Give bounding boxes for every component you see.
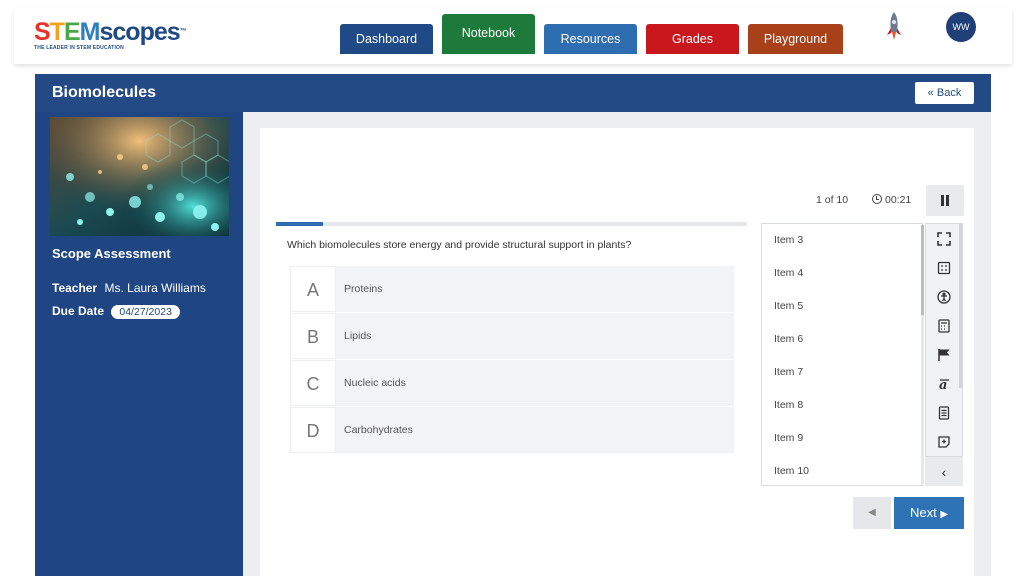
progress-bar-fill [276,222,324,226]
item-navigator: Item 3 Item 4 Item 5 Item 6 Item 7 Item … [761,223,923,486]
double-chevron-left-icon: « [927,87,934,99]
calculator-icon[interactable] [926,312,962,341]
tab-grades[interactable]: Grades [646,24,739,54]
progress-bar [276,222,747,226]
teacher-info: Teacher Ms. Laura Williams [52,281,206,295]
tab-resources[interactable]: Resources [544,24,637,54]
collapse-panel-button[interactable]: ‹ [925,456,963,486]
back-button[interactable]: « Back [915,82,974,104]
assessment-type-label: Scope Assessment [52,246,171,261]
answer-option-a[interactable]: A Proteins [290,266,734,312]
rocket-icon[interactable] [886,12,902,44]
timer: 00:21 [872,194,911,206]
accessibility-icon[interactable] [926,283,962,312]
question-counter: 1 of 10 [816,194,849,206]
page-title: Biomolecules [52,84,157,101]
assessment-sidebar: Scope Assessment Teacher Ms. Laura Willi… [35,112,243,576]
page-titlebar: Biomolecules « Back [35,74,991,112]
teacher-label: Teacher [52,281,98,295]
option-text: Lipids [344,330,372,342]
item-list-scrollbar[interactable] [921,225,924,485]
option-letter: C [290,360,336,406]
option-text: Carbohydrates [344,424,413,436]
answer-option-c[interactable]: C Nucleic acids [290,360,734,406]
answer-option-d[interactable]: D Carbohydrates [290,407,734,453]
item-8-link[interactable]: Item 8 [774,399,803,411]
item-6-link[interactable]: Item 6 [774,333,803,345]
item-4-link[interactable]: Item 4 [774,267,803,279]
item-7-link[interactable]: Item 7 [774,366,803,378]
due-date-label: Due Date [52,304,105,318]
item-5-link[interactable]: Item 5 [774,300,803,312]
notepad-icon[interactable] [926,399,962,428]
previous-button[interactable]: ◀ [853,497,891,529]
option-letter: D [290,407,336,453]
caret-right-icon: ▶ [940,509,949,520]
pause-button[interactable] [926,185,964,216]
text-to-speech-icon[interactable]: a [926,370,962,399]
item-3-link[interactable]: Item 3 [774,234,803,246]
chevron-left-icon: ‹ [941,464,947,480]
reference-sheet-icon[interactable] [926,254,962,283]
due-date-badge: 04/27/2023 [111,305,180,319]
biomolecule-image [50,117,229,236]
option-text: Proteins [344,283,383,295]
tab-playground[interactable]: Playground [748,24,843,54]
clock-icon [872,194,882,204]
next-button-label: Next [909,505,937,520]
user-avatar[interactable]: WW [946,12,976,42]
timer-value: 00:21 [885,194,912,206]
answer-option-b[interactable]: B Lipids [290,313,734,359]
option-letter: B [290,313,336,359]
tab-notebook[interactable]: Notebook [442,14,535,54]
next-button[interactable]: Next ▶ [894,497,964,529]
toolbar-scrollbar[interactable] [959,224,963,388]
tab-dashboard[interactable]: Dashboard [340,24,433,54]
question-text: Which biomolecules store energy and prov… [287,239,632,251]
option-letter: A [290,266,336,312]
stemscopes-logo[interactable]: STEMscopes™ THE LEADER IN STEM EDUCATION [34,20,187,52]
teacher-name: Ms. Laura Williams [104,281,206,295]
back-button-label: Back [936,87,962,99]
pause-icon [941,195,944,206]
caret-left-icon: ◀ [868,507,876,518]
fullscreen-icon[interactable] [926,225,962,254]
due-date-info: Due Date 04/27/2023 [52,304,180,319]
item-9-link[interactable]: Item 9 [774,432,803,444]
option-text: Nucleic acids [344,377,406,389]
note-add-icon[interactable] [926,428,962,457]
flag-icon[interactable] [926,341,962,370]
item-10-link[interactable]: Item 10 [774,465,809,477]
tools-toolbar: a [925,223,963,486]
